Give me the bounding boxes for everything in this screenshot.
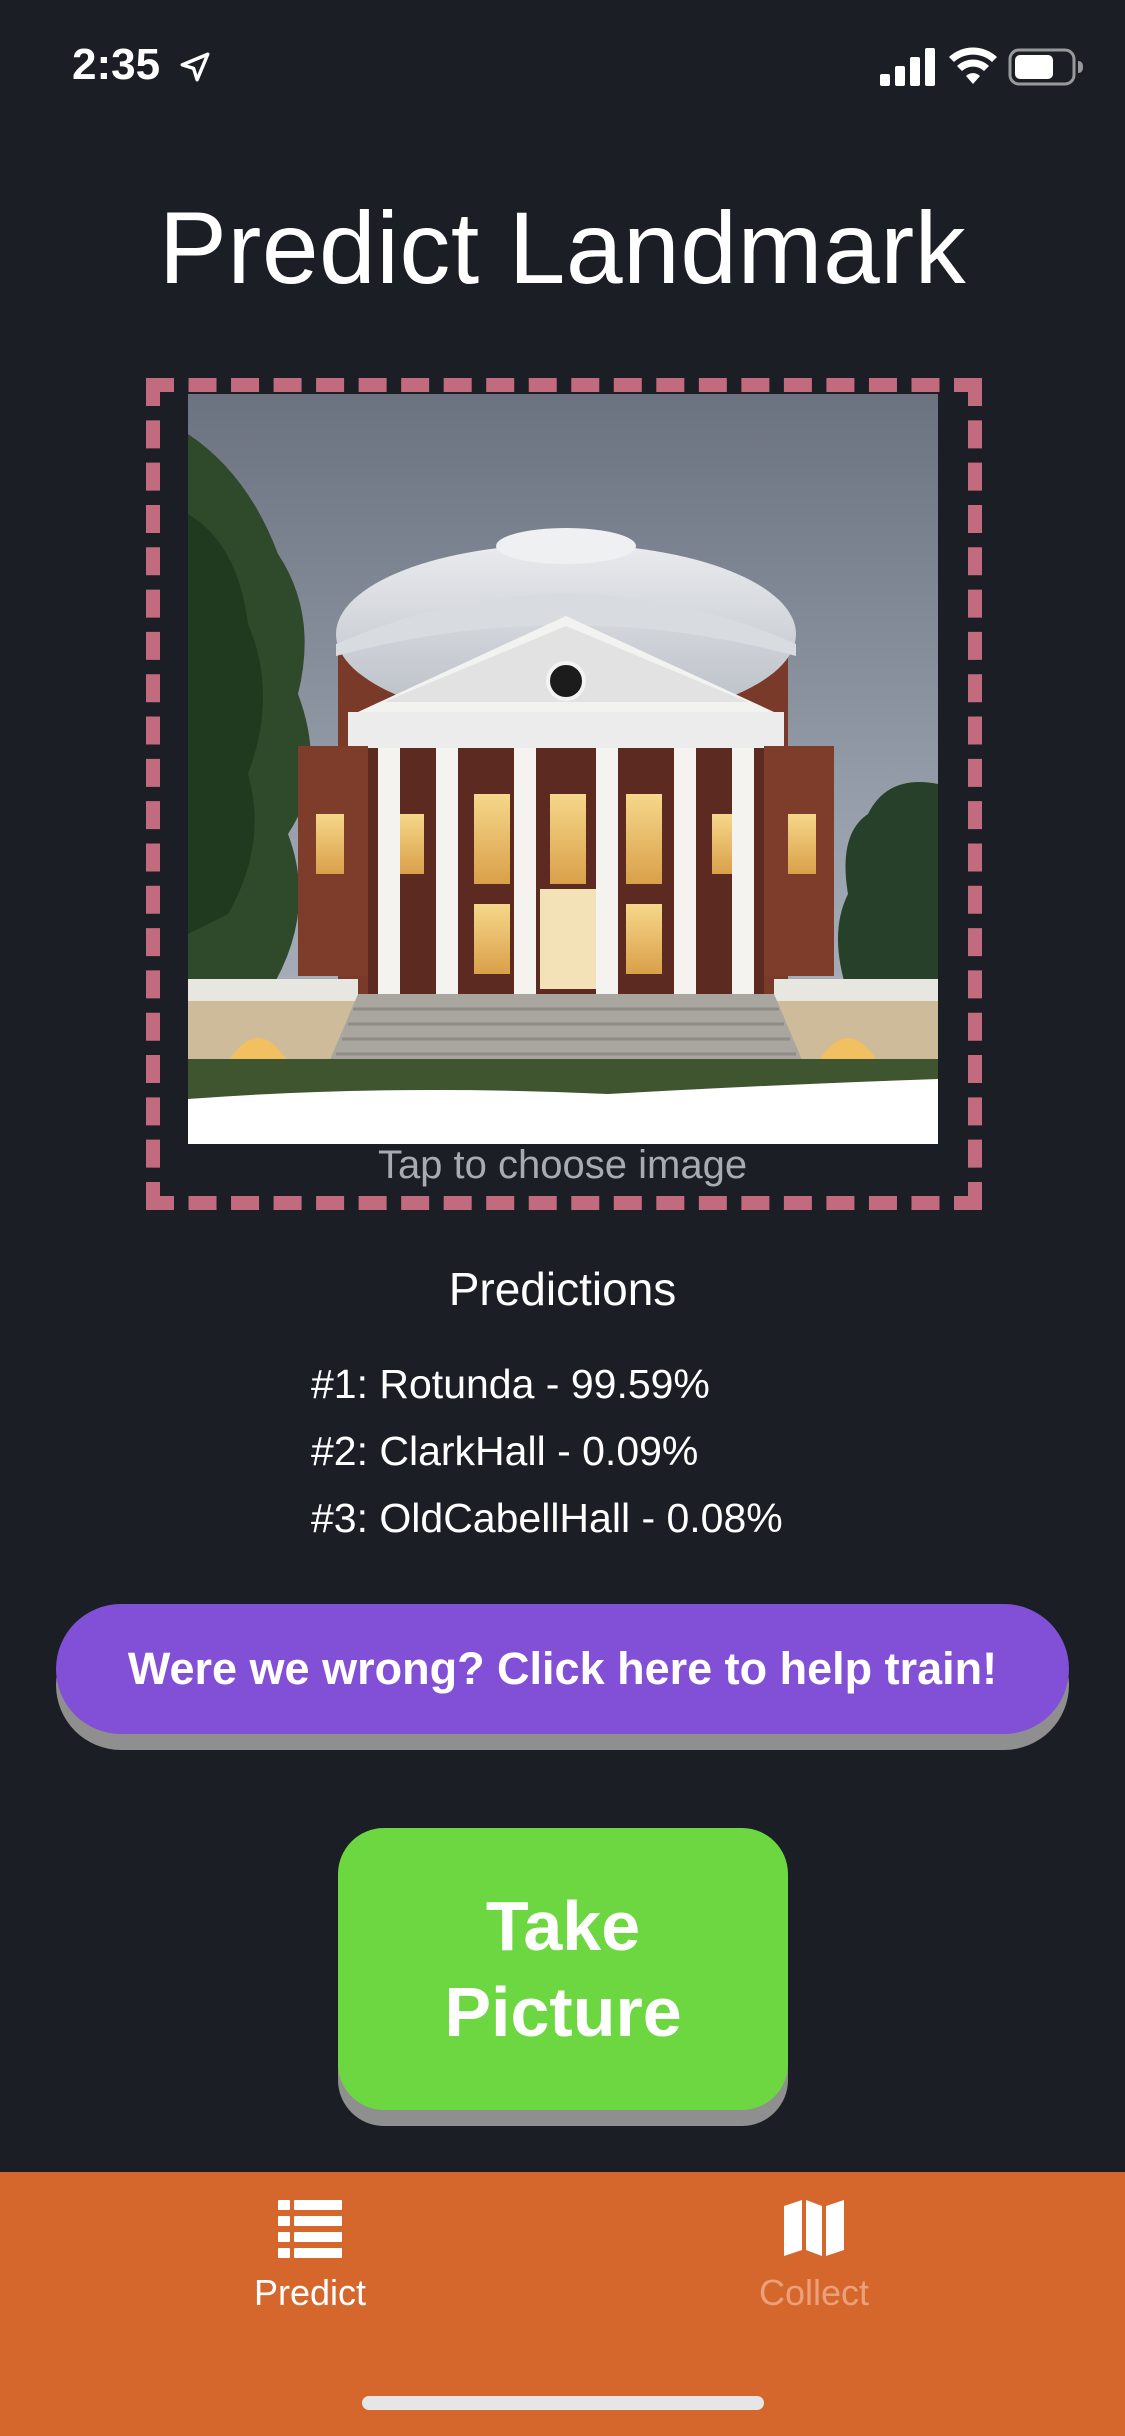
battery-icon (1008, 48, 1083, 86)
predictions-list: #1: Rotunda - 99.59% #2: ClarkHall - 0.0… (311, 1354, 1011, 1555)
take-picture-button[interactable]: Take Picture (338, 1828, 788, 2110)
help-train-label: Were we wrong? Click here to help train! (127, 1643, 998, 1694)
take-picture-line1: Take (485, 1887, 641, 1965)
take-picture-line2: Picture (444, 1973, 682, 2051)
location-arrow-icon (180, 52, 210, 82)
signal-icon (880, 48, 935, 86)
prediction-item: #1: Rotunda - 99.59% (311, 1361, 710, 1407)
tab-bar: Predict Collect (0, 2172, 1125, 2436)
tab-collect-label: Collect (758, 2272, 870, 2313)
wifi-icon (949, 47, 997, 84)
tab-predict-label: Predict (253, 2272, 367, 2313)
prediction-item: #2: ClarkHall - 0.09% (311, 1428, 699, 1474)
status-bar: 2:35 (0, 0, 1125, 140)
tab-collect[interactable]: Collect (664, 2198, 964, 2348)
status-time: 2:35 (72, 40, 161, 89)
map-icon (784, 2200, 844, 2256)
screen: 2:35 Predict Landmark Tap to choose imag… (0, 0, 1125, 2436)
tab-predict[interactable]: Predict (160, 2198, 460, 2348)
home-indicator[interactable] (362, 2396, 764, 2410)
predictions-heading: Predictions (448, 1263, 677, 1315)
landmark-image[interactable] (188, 394, 938, 1144)
list-icon (278, 2200, 342, 2258)
page-title: Predict Landmark (158, 191, 967, 305)
prediction-item: #3: OldCabellHall - 0.08% (311, 1495, 783, 1541)
help-train-button[interactable]: Were we wrong? Click here to help train! (56, 1604, 1069, 1734)
tap-to-choose-label: Tap to choose image (377, 1143, 748, 1187)
